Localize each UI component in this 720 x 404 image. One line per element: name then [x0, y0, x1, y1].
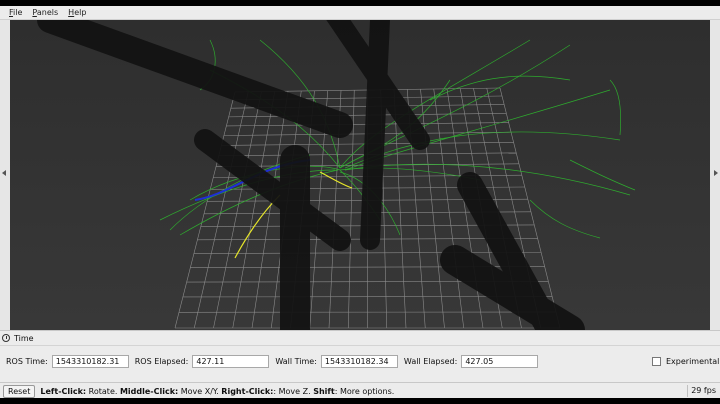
- menu-file-label: ile: [13, 8, 23, 17]
- wall-time-label: Wall Time:: [275, 357, 317, 366]
- time-fields-row: ROS Time: 1543310182.31 ROS Elapsed: 427…: [6, 355, 544, 368]
- 3d-render-viewport[interactable]: [10, 20, 710, 330]
- hint-right-text: : Move Z.: [273, 386, 314, 396]
- wall-elapsed-field[interactable]: 427.05: [461, 355, 539, 368]
- menu-help-label: elp: [74, 8, 87, 17]
- arrow-left-icon: [2, 170, 6, 176]
- hint-right-key: Right-Click:: [221, 386, 274, 396]
- time-panel-title: Time: [14, 333, 34, 343]
- experimental-checkbox[interactable]: [652, 357, 661, 366]
- wall-elapsed-label: Wall Elapsed:: [403, 357, 458, 366]
- hint-left-key: Left-Click:: [40, 386, 87, 396]
- wall-time-field[interactable]: 1543310182.34: [320, 355, 398, 368]
- hint-middle-text: Move X/Y.: [178, 386, 222, 396]
- hint-left-text: Rotate.: [86, 386, 120, 396]
- ros-elapsed-field[interactable]: 427.11: [192, 355, 270, 368]
- ros-time-field[interactable]: 1543310182.31: [51, 355, 129, 368]
- mouse-hint: Left-Click: Rotate. Middle-Click: Move X…: [40, 387, 394, 396]
- menu-help[interactable]: Help: [63, 8, 91, 17]
- divider: [0, 345, 720, 346]
- obstacle-cylinder: [360, 20, 390, 250]
- clock-icon: [2, 334, 10, 342]
- menu-panels-label: anels: [36, 8, 59, 17]
- time-panel-header: Time: [2, 332, 34, 344]
- menu-file[interactable]: File: [4, 8, 27, 17]
- arrow-right-icon: [714, 170, 718, 176]
- hint-shift-key: Shift: [313, 386, 335, 396]
- reset-button[interactable]: Reset: [3, 384, 36, 398]
- menu-bar: File Panels Help: [0, 6, 720, 20]
- right-panel-collapse-handle[interactable]: [709, 20, 720, 330]
- hint-shift-text: : More options.: [334, 386, 395, 396]
- ros-time-label: ROS Time:: [6, 357, 48, 366]
- menu-panels[interactable]: Panels: [27, 8, 63, 17]
- hint-middle-key: Middle-Click:: [119, 386, 179, 396]
- experimental-option[interactable]: Experimental: [652, 357, 719, 366]
- fps-counter: 29 fps: [687, 385, 716, 397]
- experimental-label: Experimental: [666, 357, 720, 366]
- scene-canvas: [10, 20, 710, 330]
- status-bar: Reset Left-Click: Rotate. Middle-Click: …: [0, 382, 720, 399]
- window-bottom-edge: [0, 398, 720, 404]
- ros-elapsed-label: ROS Elapsed:: [134, 357, 189, 366]
- time-panel: Time ROS Time: 1543310182.31 ROS Elapsed…: [0, 330, 720, 383]
